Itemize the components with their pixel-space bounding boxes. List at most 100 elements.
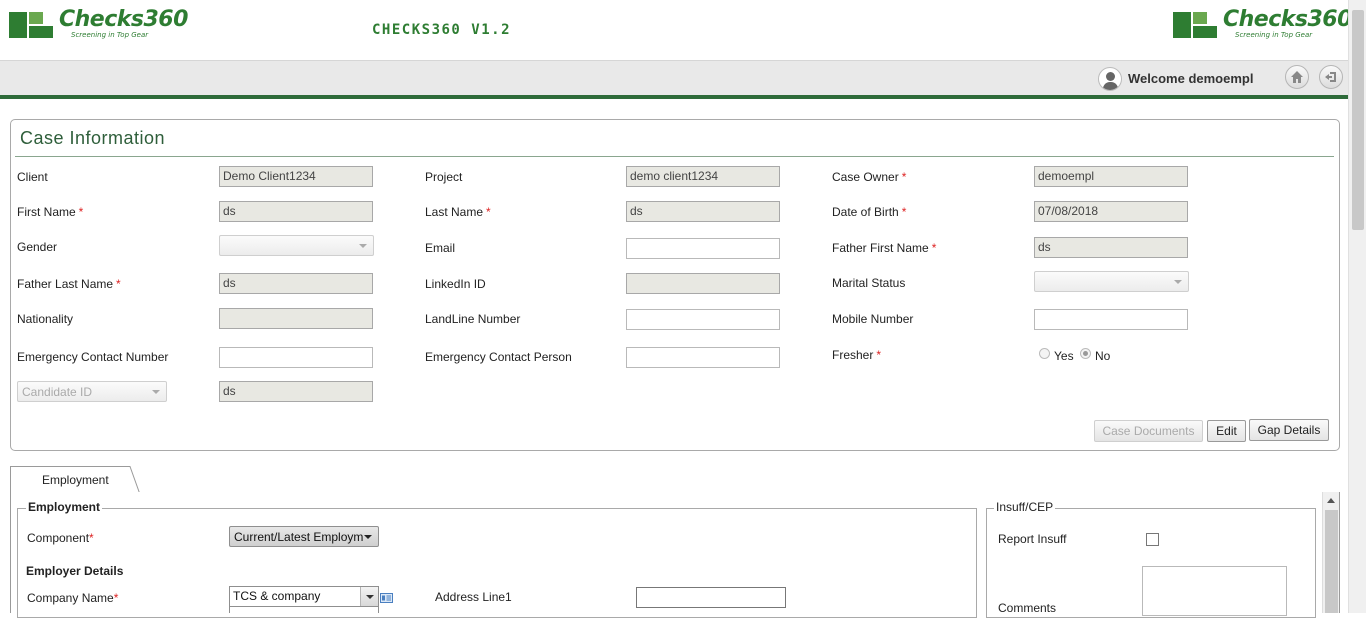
father-first-name-field: ds <box>1034 237 1188 258</box>
logo-mark-icon <box>9 9 55 39</box>
address-line1-field[interactable] <box>636 587 786 608</box>
logout-button[interactable] <box>1319 65 1343 89</box>
company-name-combobox[interactable]: TCS & company <box>229 586 379 607</box>
father-first-name-label-text: Father First Name <box>832 241 929 255</box>
case-documents-button[interactable]: Case Documents <box>1094 420 1203 442</box>
landline-label: LandLine Number <box>425 312 521 326</box>
project-field: demo client1234 <box>626 166 780 187</box>
user-avatar-icon <box>1098 67 1122 91</box>
company-name-dropdown-list[interactable] <box>229 606 379 613</box>
fresher-no-label: No <box>1095 349 1111 363</box>
gap-details-button[interactable]: Gap Details <box>1249 419 1329 441</box>
logo-text: Checks360 <box>1223 7 1352 32</box>
required-marker: * <box>876 348 882 362</box>
logo-tagline: Screening in Top Gear <box>1235 31 1313 39</box>
logo-tagline: Screening in Top Gear <box>71 31 149 39</box>
company-card-icon[interactable] <box>380 593 393 603</box>
company-name-value: TCS & company <box>233 589 321 603</box>
company-name-label: Company Name* <box>27 591 118 605</box>
linkedin-label: LinkedIn ID <box>425 277 486 291</box>
logo-text: Checks360 <box>59 7 188 32</box>
company-name-label-text: Company Name <box>27 591 114 605</box>
fresher-no-radio[interactable] <box>1080 348 1091 359</box>
case-owner-field: demoempl <box>1034 166 1188 187</box>
gender-select[interactable] <box>219 235 374 256</box>
mobile-field[interactable] <box>1034 309 1188 330</box>
client-label: Client <box>17 170 48 184</box>
first-name-label: First Name * <box>17 205 83 219</box>
marital-status-select[interactable] <box>1034 271 1189 292</box>
candidate-id-field: ds <box>219 381 373 402</box>
chevron-down-icon <box>359 244 367 248</box>
chevron-down-icon <box>366 595 374 599</box>
email-field[interactable] <box>626 238 780 259</box>
component-value: Current/Latest Employm <box>234 530 364 544</box>
case-owner-label: Case Owner * <box>832 170 906 184</box>
father-last-name-field: ds <box>219 273 373 294</box>
father-first-name-label: Father First Name * <box>832 241 936 255</box>
app-header: Checks360 Screening in Top Gear CHECKS36… <box>0 0 1352 60</box>
mobile-label: Mobile Number <box>832 312 914 326</box>
fresher-label: Fresher * <box>832 348 881 362</box>
emergency-contact-number-label: Emergency Contact Number <box>17 350 169 364</box>
report-insuff-label: Report Insuff <box>998 532 1067 546</box>
emergency-contact-person-field[interactable] <box>626 347 780 368</box>
edit-button[interactable]: Edit <box>1207 420 1246 442</box>
app-title: CHECKS360 V1.2 <box>372 22 512 38</box>
email-label: Email <box>425 241 456 255</box>
chevron-down-icon <box>152 390 160 394</box>
client-field: Demo Client1234 <box>219 166 373 187</box>
panel-title: Case Information <box>20 128 166 148</box>
emergency-contact-number-field[interactable] <box>219 347 373 368</box>
linkedin-field <box>626 273 780 294</box>
employer-details-heading: Employer Details <box>26 564 124 578</box>
tab-employment-label: Employment <box>42 473 109 487</box>
required-marker: * <box>89 531 94 545</box>
fresher-yes-label: Yes <box>1054 349 1074 363</box>
last-name-field: ds <box>626 201 780 222</box>
home-button[interactable] <box>1285 65 1309 89</box>
panel-divider <box>15 156 1334 157</box>
landline-field[interactable] <box>626 309 780 330</box>
chevron-down-icon <box>1174 280 1182 284</box>
left-logo: Checks360 Screening in Top Gear <box>9 9 188 39</box>
last-name-label: Last Name * <box>425 205 491 219</box>
nationality-field <box>219 308 373 329</box>
logout-icon <box>1325 72 1336 82</box>
fresher-label-text: Fresher <box>832 348 874 362</box>
logo-mark-icon <box>1173 9 1219 39</box>
home-icon <box>1291 71 1303 83</box>
required-marker: * <box>486 205 491 219</box>
first-name-field: ds <box>219 201 373 222</box>
required-marker: * <box>78 205 84 219</box>
scroll-up-icon[interactable] <box>1327 498 1335 503</box>
right-logo: Checks360 Screening in Top Gear <box>1173 9 1352 39</box>
last-name-label-text: Last Name <box>425 205 484 219</box>
employment-legend: Employment <box>26 500 103 514</box>
header-rule <box>0 95 1348 99</box>
gender-label: Gender <box>17 240 58 254</box>
component-select[interactable]: Current/Latest Employm <box>229 526 379 547</box>
required-marker: * <box>113 591 119 605</box>
tab-content-scrollbar[interactable] <box>1322 492 1339 613</box>
father-last-name-label: Father Last Name * <box>17 277 121 291</box>
first-name-label-text: First Name <box>17 205 76 219</box>
candidate-id-select[interactable]: Candidate ID <box>17 381 167 402</box>
nationality-label: Nationality <box>17 312 74 326</box>
required-marker: * <box>931 241 937 255</box>
emergency-contact-person-label: Emergency Contact Person <box>425 350 572 364</box>
case-owner-label-text: Case Owner <box>832 170 899 184</box>
page-scrollbar[interactable] <box>1348 0 1366 613</box>
report-insuff-checkbox[interactable] <box>1146 533 1159 546</box>
company-name-dropdown-button[interactable] <box>360 587 378 606</box>
required-marker: * <box>901 205 907 219</box>
welcome-text: Welcome demoempl <box>1128 71 1254 86</box>
dob-field: 07/08/2018 <box>1034 201 1188 222</box>
insuff-legend: Insuff/CEP <box>994 500 1056 514</box>
marital-status-label: Marital Status <box>832 276 906 290</box>
component-label-text: Component <box>27 531 90 545</box>
fresher-yes-radio[interactable] <box>1039 348 1050 359</box>
project-label: Project <box>425 170 463 184</box>
address-line1-label: Address Line1 <box>435 590 512 604</box>
comments-textarea[interactable] <box>1142 566 1287 616</box>
